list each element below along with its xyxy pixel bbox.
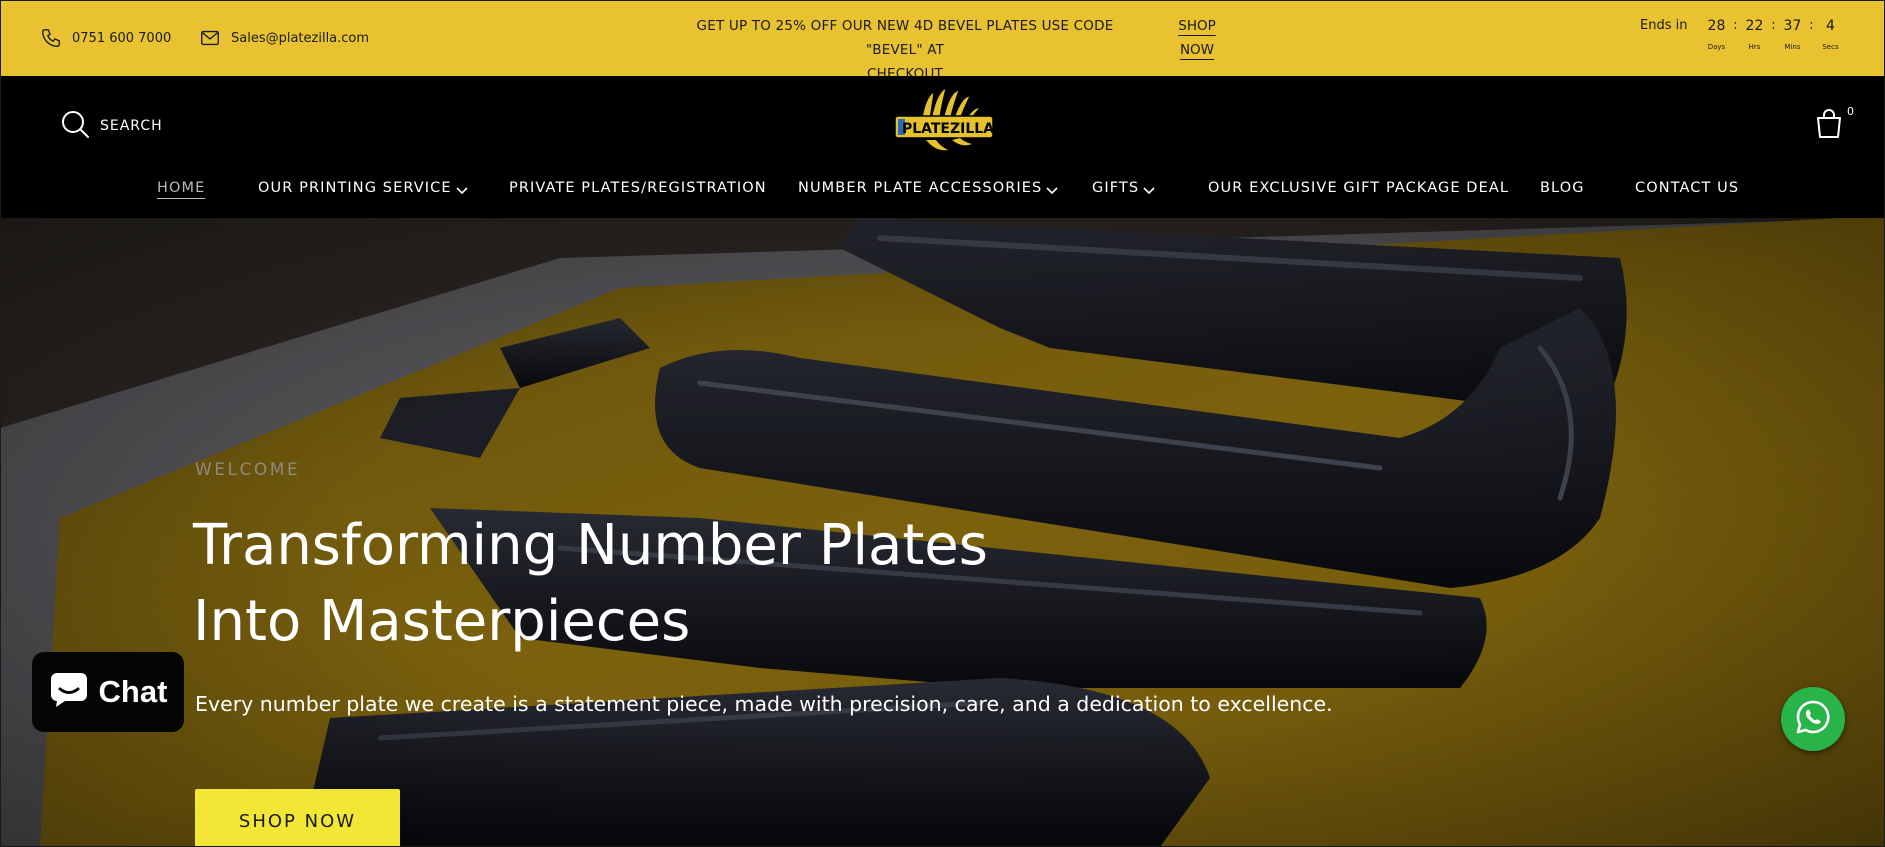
whatsapp-button[interactable] <box>1781 687 1845 751</box>
announcement-bar: 0751 600 7000 Sales@platezilla.com GET U… <box>0 0 1885 82</box>
email-address[interactable]: Sales@platezilla.com <box>231 31 369 46</box>
hero-headline: Transforming Number Plates Into Masterpi… <box>193 508 988 660</box>
chevron-down-icon <box>456 183 468 199</box>
countdown-mins-value: 37 <box>1783 18 1802 34</box>
nav-item-label[interactable]: BLOG <box>1540 180 1585 196</box>
phone-contact[interactable]: 0751 600 7000 <box>40 0 171 76</box>
nav-item-label[interactable]: CONTACT US <box>1635 180 1739 196</box>
countdown-separator: : <box>1733 18 1738 33</box>
countdown-days-label: Days <box>1707 43 1726 51</box>
cart-count-badge: 0 <box>1847 105 1854 118</box>
cart-button[interactable]: 0 <box>1815 105 1855 140</box>
logo-text: PLATEZILLA <box>902 121 994 137</box>
nav-item-printing-service[interactable]: OUR PRINTING SERVICE <box>258 180 468 210</box>
chevron-down-icon <box>1046 183 1058 199</box>
hero-headline-line-1: Transforming Number Plates <box>193 513 988 578</box>
hero-subtext: Every number plate we create is a statem… <box>195 692 1333 716</box>
chat-bubble-icon <box>49 671 89 713</box>
nav-item-label[interactable]: GIFTS <box>1092 180 1139 196</box>
whatsapp-icon <box>1793 697 1833 741</box>
countdown-mins: 37 Mins <box>1779 16 1805 51</box>
search-label[interactable]: SEARCH <box>100 118 163 134</box>
site-header: SEARCH PLATEZILLA 0 HOME OUR PRINTING SE… <box>0 76 1885 218</box>
nav-item-accessories[interactable]: NUMBER PLATE ACCESSORIES <box>798 180 1058 210</box>
nav-item-gifts[interactable]: GIFTS <box>1092 180 1155 210</box>
mail-icon <box>199 27 221 49</box>
nav-item-gift-package[interactable]: OUR EXCLUSIVE GIFT PACKAGE DEAL <box>1208 180 1509 210</box>
cart-icon <box>1815 109 1843 144</box>
phone-icon <box>40 27 62 49</box>
promo-line-1: GET UP TO 25% OFF OUR NEW 4D BEVEL PLATE… <box>696 18 1114 58</box>
nav-item-label[interactable]: NUMBER PLATE ACCESSORIES <box>798 180 1042 196</box>
shop-now-line-1[interactable]: SHOP <box>1168 14 1226 38</box>
countdown-secs-value: 4 <box>1826 18 1835 34</box>
chat-label[interactable]: Chat <box>99 674 168 710</box>
nav-item-label[interactable]: OUR EXCLUSIVE GIFT PACKAGE DEAL <box>1208 180 1509 196</box>
hero-banner: WELCOME Transforming Number Plates Into … <box>0 218 1885 847</box>
countdown-timer: Ends in 28 Days : 22 Hrs : 37 Mins : 4 S… <box>1640 16 1843 51</box>
countdown-secs: 4 Secs <box>1817 16 1843 51</box>
nav-item-home[interactable]: HOME <box>157 180 205 210</box>
countdown-separator: : <box>1771 18 1776 33</box>
search-button[interactable]: SEARCH <box>60 109 163 143</box>
search-icon <box>60 109 90 143</box>
countdown-hours-value: 22 <box>1745 18 1764 34</box>
nav-item-private-plates[interactable]: PRIVATE PLATES/REGISTRATION <box>509 180 767 210</box>
nav-item-label[interactable]: OUR PRINTING SERVICE <box>258 180 452 196</box>
countdown-secs-label: Secs <box>1822 43 1839 51</box>
countdown-hours-label: Hrs <box>1748 43 1761 51</box>
countdown-days: 28 Days <box>1703 16 1729 51</box>
countdown-mins-label: Mins <box>1784 43 1801 51</box>
hero-shop-now-button[interactable]: SHOP NOW <box>195 789 400 847</box>
email-contact[interactable]: Sales@platezilla.com <box>199 0 369 76</box>
shop-now-link[interactable]: SHOP NOW <box>1168 14 1226 62</box>
chevron-down-icon <box>1143 183 1155 199</box>
shop-now-line-2[interactable]: NOW <box>1168 38 1226 62</box>
phone-number[interactable]: 0751 600 7000 <box>72 31 171 46</box>
nav-item-label[interactable]: HOME <box>157 180 205 196</box>
hero-eyebrow: WELCOME <box>195 460 301 480</box>
main-navigation: HOME OUR PRINTING SERVICE PRIVATE PLATES… <box>0 180 1885 210</box>
nav-item-blog[interactable]: BLOG <box>1540 180 1585 210</box>
platezilla-logo[interactable]: PLATEZILLA <box>892 87 996 160</box>
nav-item-label[interactable]: PRIVATE PLATES/REGISTRATION <box>509 180 767 196</box>
countdown-hours: 22 Hrs <box>1741 16 1767 51</box>
countdown-days-value: 28 <box>1707 18 1726 34</box>
countdown-separator: : <box>1809 18 1814 33</box>
nav-item-contact-us[interactable]: CONTACT US <box>1635 180 1739 210</box>
hero-headline-line-2: Into Masterpieces <box>193 589 691 654</box>
chat-widget-button[interactable]: Chat <box>32 652 184 732</box>
countdown-label: Ends in <box>1640 18 1688 33</box>
